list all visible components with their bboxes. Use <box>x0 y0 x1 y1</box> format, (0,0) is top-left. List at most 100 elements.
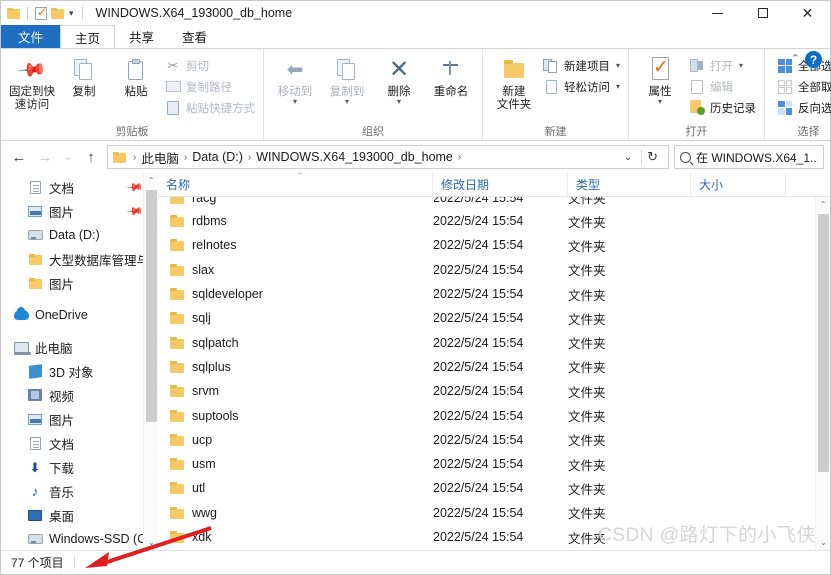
sidebar-item-this-pc[interactable]: 此电脑 <box>1 335 158 359</box>
history-button[interactable]: 历史记录 <box>686 98 759 117</box>
breadcrumb-item-data-d[interactable]: Data (D:) <box>192 150 243 164</box>
sidebar-item-pictures[interactable]: 图片 <box>1 407 158 431</box>
rename-button[interactable]: 重命名 <box>425 52 477 99</box>
scrollbar-thumb[interactable] <box>146 190 157 422</box>
sidebar-scrollbar[interactable]: ⌃ ⌄ <box>143 173 158 550</box>
table-row[interactable]: slax 2022/5/24 15:54 文件夹 <box>158 258 830 282</box>
column-type[interactable]: 类型 <box>568 172 691 197</box>
table-row[interactable]: racg 2022/5/24 15:54 文件夹 <box>158 197 830 209</box>
select-none-button[interactable]: 全部取消 <box>774 77 831 96</box>
up-button[interactable]: ↑ <box>79 145 103 169</box>
table-row[interactable]: wwg 2022/5/24 15:54 文件夹 <box>158 501 830 525</box>
sidebar-item-pictures-folder[interactable]: 图片 <box>1 271 158 295</box>
scroll-down-icon[interactable]: ⌄ <box>816 535 830 550</box>
sidebar-item-desktop[interactable]: 桌面 <box>1 503 158 527</box>
file-name-cell: utl <box>158 480 433 496</box>
scroll-up-icon[interactable]: ⌃ <box>816 197 830 212</box>
scroll-up-icon[interactable]: ⌃ <box>144 173 158 188</box>
pin-to-quick-access-button[interactable]: 📌 固定到快 速访问 <box>6 52 58 112</box>
column-size[interactable]: 大小 <box>691 172 786 197</box>
file-date-cell: 2022/5/24 15:54 <box>433 311 524 326</box>
table-row[interactable]: srvm 2022/5/24 15:54 文件夹 <box>158 379 830 403</box>
main-content: 文档 📌 图片 📌 Data (D:) 大型数据库管理与维护 <box>1 171 830 550</box>
sidebar-item-pictures-quick[interactable]: 图片 📌 <box>1 199 158 223</box>
table-row[interactable]: suptools 2022/5/24 15:54 文件夹 <box>158 403 830 427</box>
new-folder-button[interactable]: 新建 文件夹 <box>488 52 540 112</box>
copy-button[interactable]: 复制 <box>58 52 110 99</box>
sidebar-item-large-db-admin[interactable]: 大型数据库管理与维护 <box>1 247 158 271</box>
tab-view[interactable]: 查看 <box>168 25 221 48</box>
breadcrumb-dropdown[interactable]: ⌄ <box>611 152 639 163</box>
qat-dropdown-icon[interactable]: ▾ <box>68 8 75 18</box>
sidebar-item-3d-objects[interactable]: 3D 对象 <box>1 359 158 383</box>
table-row[interactable]: xdk 2022/5/24 15:54 文件夹 <box>158 525 830 549</box>
table-row[interactable]: sqlpatch 2022/5/24 15:54 文件夹 <box>158 330 830 354</box>
sidebar-item-documents[interactable]: 文档 <box>1 431 158 455</box>
move-to-button[interactable]: ⬅ 移动到 ▾ <box>269 52 321 106</box>
new-folder-icon[interactable] <box>51 7 64 19</box>
search-input[interactable]: 在 WINDOWS.X64_1... <box>674 145 824 169</box>
collapse-ribbon-icon[interactable]: ⌃ <box>791 52 800 65</box>
copy-path-button[interactable]: 复制路径 <box>162 77 258 96</box>
properties-button[interactable]: ✓ 属性 ▾ <box>634 52 686 106</box>
table-row[interactable]: rdbms 2022/5/24 15:54 文件夹 <box>158 209 830 233</box>
picture-icon <box>27 205 43 217</box>
delete-button[interactable]: ✕ 删除 ▾ <box>373 52 425 106</box>
sort-indicator-icon: ⌃ <box>296 171 304 181</box>
table-row[interactable]: env.ora 2015/8/26 10:26 ORA 文件 1 KB <box>158 549 830 550</box>
tab-home[interactable]: 主页 <box>60 25 116 48</box>
back-button[interactable]: ← <box>7 145 31 169</box>
table-row[interactable]: sqldeveloper 2022/5/24 15:54 文件夹 <box>158 282 830 306</box>
scrollbar-thumb[interactable] <box>818 214 829 472</box>
file-name-cell: racg <box>158 197 433 206</box>
breadcrumb[interactable]: › 此电脑 › Data (D:) › WINDOWS.X64_193000_d… <box>107 145 669 169</box>
select-all-button[interactable]: 全部选择 <box>774 56 831 75</box>
maximize-icon <box>757 8 768 18</box>
table-row[interactable]: usm 2022/5/24 15:54 文件夹 <box>158 452 830 476</box>
window-title: WINDOWS.X64_193000_db_home <box>95 6 293 20</box>
cut-button[interactable]: ✂ 剪切 <box>162 56 258 75</box>
close-button[interactable]: ✕ <box>785 1 830 25</box>
table-row[interactable]: ucp 2022/5/24 15:54 文件夹 <box>158 428 830 452</box>
table-row[interactable]: sqlj 2022/5/24 15:54 文件夹 <box>158 306 830 330</box>
column-date-modified[interactable]: 修改日期 <box>433 172 568 197</box>
easy-access-button[interactable]: 轻松访问 ▾ <box>540 77 623 96</box>
breadcrumb-item-this-pc[interactable]: 此电脑 <box>141 148 179 167</box>
paste-button[interactable]: 粘贴 <box>110 52 162 99</box>
breadcrumb-item-current-folder[interactable]: WINDOWS.X64_193000_db_home <box>256 150 453 164</box>
folder-icon[interactable] <box>7 7 20 19</box>
scroll-down-icon[interactable]: ⌄ <box>144 535 158 550</box>
invert-selection-button[interactable]: 反向选择 <box>774 98 831 117</box>
properties-icon[interactable] <box>35 5 47 20</box>
sidebar-item-windows-ssd-c[interactable]: Windows-SSD (C:) <box>1 527 158 550</box>
tab-share[interactable]: 共享 <box>115 25 168 48</box>
file-name: utl <box>192 481 206 496</box>
open-button[interactable]: 打开 ▾ <box>686 56 759 75</box>
minimize-button[interactable] <box>695 1 740 25</box>
delete-icon: ✕ <box>388 56 410 83</box>
table-row[interactable]: relnotes 2022/5/24 15:54 文件夹 <box>158 233 830 257</box>
file-list-scrollbar[interactable]: ⌃ ⌄ <box>815 197 830 550</box>
recent-locations-button[interactable]: ⌄ <box>59 145 77 169</box>
table-row[interactable]: utl 2022/5/24 15:54 文件夹 <box>158 476 830 500</box>
file-name: xdk <box>192 530 212 544</box>
new-item-button[interactable]: 新建项目 ▾ <box>540 56 623 75</box>
sidebar-item-documents-quick[interactable]: 文档 📌 <box>1 175 158 199</box>
help-icon[interactable]: ? <box>805 51 822 68</box>
sidebar-item-videos[interactable]: 视频 <box>1 383 158 407</box>
table-row[interactable]: sqlplus 2022/5/24 15:54 文件夹 <box>158 355 830 379</box>
sidebar-item-label: 图片 <box>49 277 75 292</box>
paste-shortcut-button[interactable]: 粘贴快捷方式 <box>162 98 258 117</box>
copy-to-button[interactable]: 复制到 ▾ <box>321 52 373 106</box>
maximize-button[interactable] <box>740 1 785 25</box>
file-name: suptools <box>192 408 239 423</box>
sidebar-item-downloads[interactable]: ⬇ 下载 <box>1 455 158 479</box>
tab-file[interactable]: 文件 <box>1 25 61 48</box>
sidebar-item-onedrive[interactable]: OneDrive <box>1 303 158 327</box>
refresh-button[interactable]: ↻ <box>641 149 663 165</box>
sidebar-item-data-d-quick[interactable]: Data (D:) <box>1 223 158 247</box>
forward-button[interactable]: → <box>33 145 57 169</box>
edit-button[interactable]: 编辑 <box>686 77 759 96</box>
column-blank <box>786 173 830 197</box>
sidebar-item-music[interactable]: ♪ 音乐 <box>1 479 158 503</box>
